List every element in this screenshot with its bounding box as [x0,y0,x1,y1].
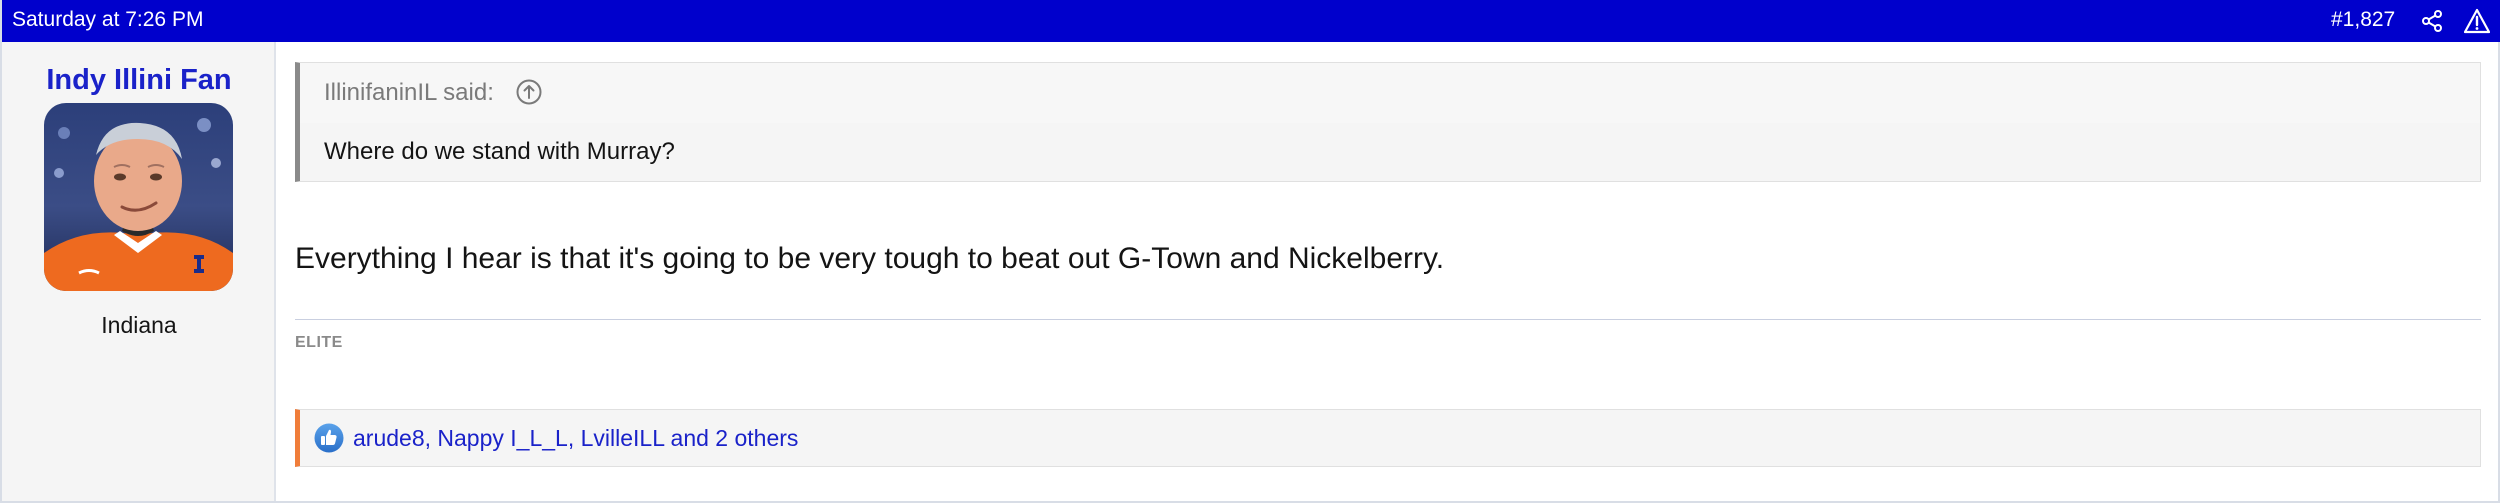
arrow-up-circle-icon[interactable] [515,78,543,106]
signature-divider [295,319,2481,320]
post-body: Everything I hear is that it's going to … [295,242,1445,275]
post-header-bar: Saturday at 7:26 PM #1,827 [2,0,2500,42]
thumbs-up-icon [314,423,344,453]
user-location: Indiana [101,312,177,338]
user-panel: Indy Illini Fan Indiana [2,42,276,501]
forum-post: Saturday at 7:26 PM #1,827 Indy Illini F… [0,0,2500,503]
reactions-bar: arude8, Nappy I_L_L, LvilleILL and 2 oth… [295,409,2481,467]
signature-label: ELITE [295,334,343,351]
avatar[interactable] [44,103,233,291]
reaction-users-link[interactable]: arude8, Nappy I_L_L, LvilleILL and 2 oth… [353,425,798,452]
quote-block: IllinifaninIL said: Where do we stand wi… [295,62,2481,182]
quote-text: Where do we stand with Murray? [324,138,675,165]
post-date-link[interactable]: Saturday at 7:26 PM [12,8,203,32]
quote-attribution[interactable]: IllinifaninIL said: [324,79,494,107]
post-number-link[interactable]: #1,827 [2331,8,2395,32]
quote-header [300,63,2480,123]
share-icon[interactable] [2420,9,2444,33]
username-link[interactable]: Indy Illini Fan [2,64,276,97]
warning-icon[interactable] [2463,8,2491,34]
